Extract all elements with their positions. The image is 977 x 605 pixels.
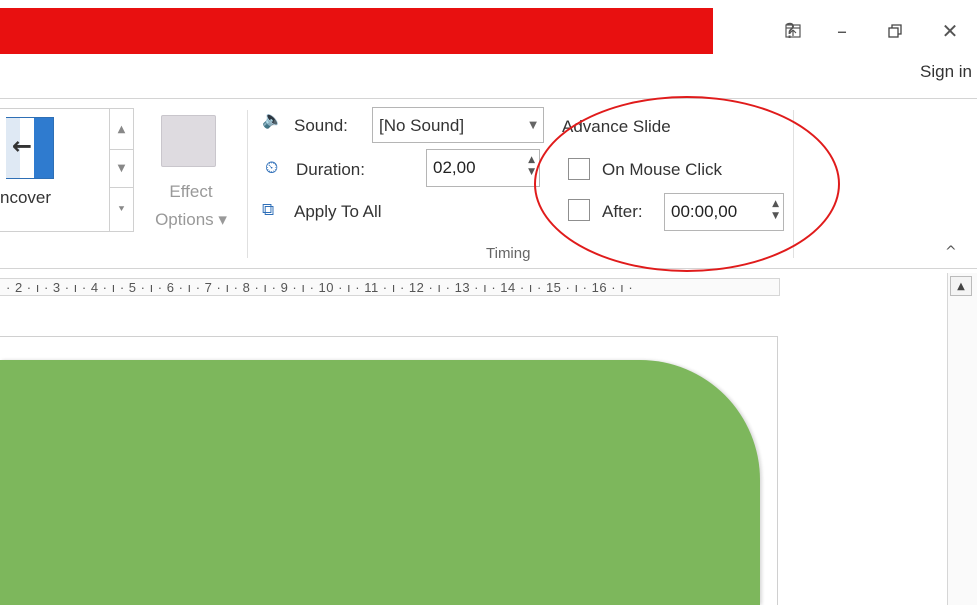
minimize-button[interactable]: – (827, 16, 857, 46)
sound-value: [No Sound] (379, 116, 465, 135)
apply-to-all-icon: ⧉ (262, 200, 275, 220)
scroll-up-button[interactable]: ▲ (950, 276, 972, 296)
duration-value: 02,00 (433, 158, 476, 177)
on-mouse-click-label: On Mouse Click (602, 160, 722, 179)
chevron-up-icon: ▲ (957, 280, 965, 292)
clock-icon: ⏲ (265, 158, 279, 178)
ribbon-top-divider (0, 98, 977, 99)
rounded-rectangle-shape[interactable] (0, 360, 760, 605)
duration-spinner[interactable]: 02,00 ▲ ▼ (426, 149, 540, 187)
duration-label: Duration: (296, 160, 365, 179)
expand-gallery-icon: ⯆ (117, 204, 126, 215)
sound-icon: 🔈 (262, 110, 284, 130)
effect-options-label-line1: Effect (169, 182, 213, 201)
spinner-arrows-icon[interactable]: ▲ ▼ (528, 154, 535, 178)
title-bar (0, 8, 713, 54)
after-label: After: (602, 202, 643, 221)
horizontal-ruler: · 2 · ı · 3 · ı · 4 · ı · 5 · ı · 6 · ı … (0, 278, 780, 296)
gallery-more-button[interactable]: ⯆ (109, 187, 133, 231)
chevron-down-icon: ▼ (529, 120, 537, 131)
spinner-arrows-icon[interactable]: ▲ ▼ (772, 198, 779, 222)
transition-uncover-thumbnail[interactable]: ← (6, 117, 54, 179)
after-time-value: 00:00,00 (671, 202, 738, 221)
arrow-left-icon: ← (12, 132, 33, 160)
ribbon-display-icon (785, 24, 801, 38)
close-button[interactable]: ✕ (935, 16, 965, 46)
ribbon-bottom-divider (0, 268, 977, 269)
sound-label: Sound: (294, 116, 348, 135)
gallery-scroll-down-button[interactable]: ▼ (109, 149, 133, 187)
timing-group-label: Timing (486, 245, 531, 262)
effect-options-button[interactable]: Effect Options ▾ (146, 178, 236, 234)
vertical-scrollbar[interactable] (947, 273, 977, 605)
apply-to-all-button[interactable]: Apply To All (294, 202, 382, 222)
sign-in-link[interactable]: Sign in (920, 62, 972, 82)
advance-slide-heading: Advance Slide (562, 117, 671, 136)
restore-button[interactable] (880, 16, 910, 46)
sound-dropdown[interactable]: [No Sound] ▼ (372, 107, 544, 143)
close-icon: ✕ (941, 19, 959, 43)
on-mouse-click-checkbox[interactable] (568, 158, 590, 180)
ruler-ticks: · 2 · ı · 3 · ı · 4 · ı · 5 · ı · 6 · ı … (6, 280, 634, 295)
transition-uncover-label: ncover (0, 188, 52, 207)
chevron-up-icon: ^ (945, 244, 957, 260)
gallery-scroll-up-button[interactable]: ▲ (109, 109, 133, 149)
group-separator (247, 110, 248, 258)
restore-icon (888, 24, 902, 38)
after-time-spinner[interactable]: 00:00,00 ▲ ▼ (664, 193, 784, 231)
collapse-ribbon-button[interactable]: ^ (945, 244, 957, 260)
effect-options-label-line2: Options ▾ (155, 210, 227, 229)
chevron-down-icon: ▼ (117, 163, 126, 174)
after-checkbox[interactable] (568, 199, 590, 221)
effect-options-icon[interactable] (161, 115, 216, 167)
ribbon-display-options-button[interactable] (778, 16, 808, 46)
chevron-up-icon: ▲ (117, 123, 126, 135)
group-separator (793, 110, 794, 258)
minimize-icon: – (837, 19, 847, 43)
